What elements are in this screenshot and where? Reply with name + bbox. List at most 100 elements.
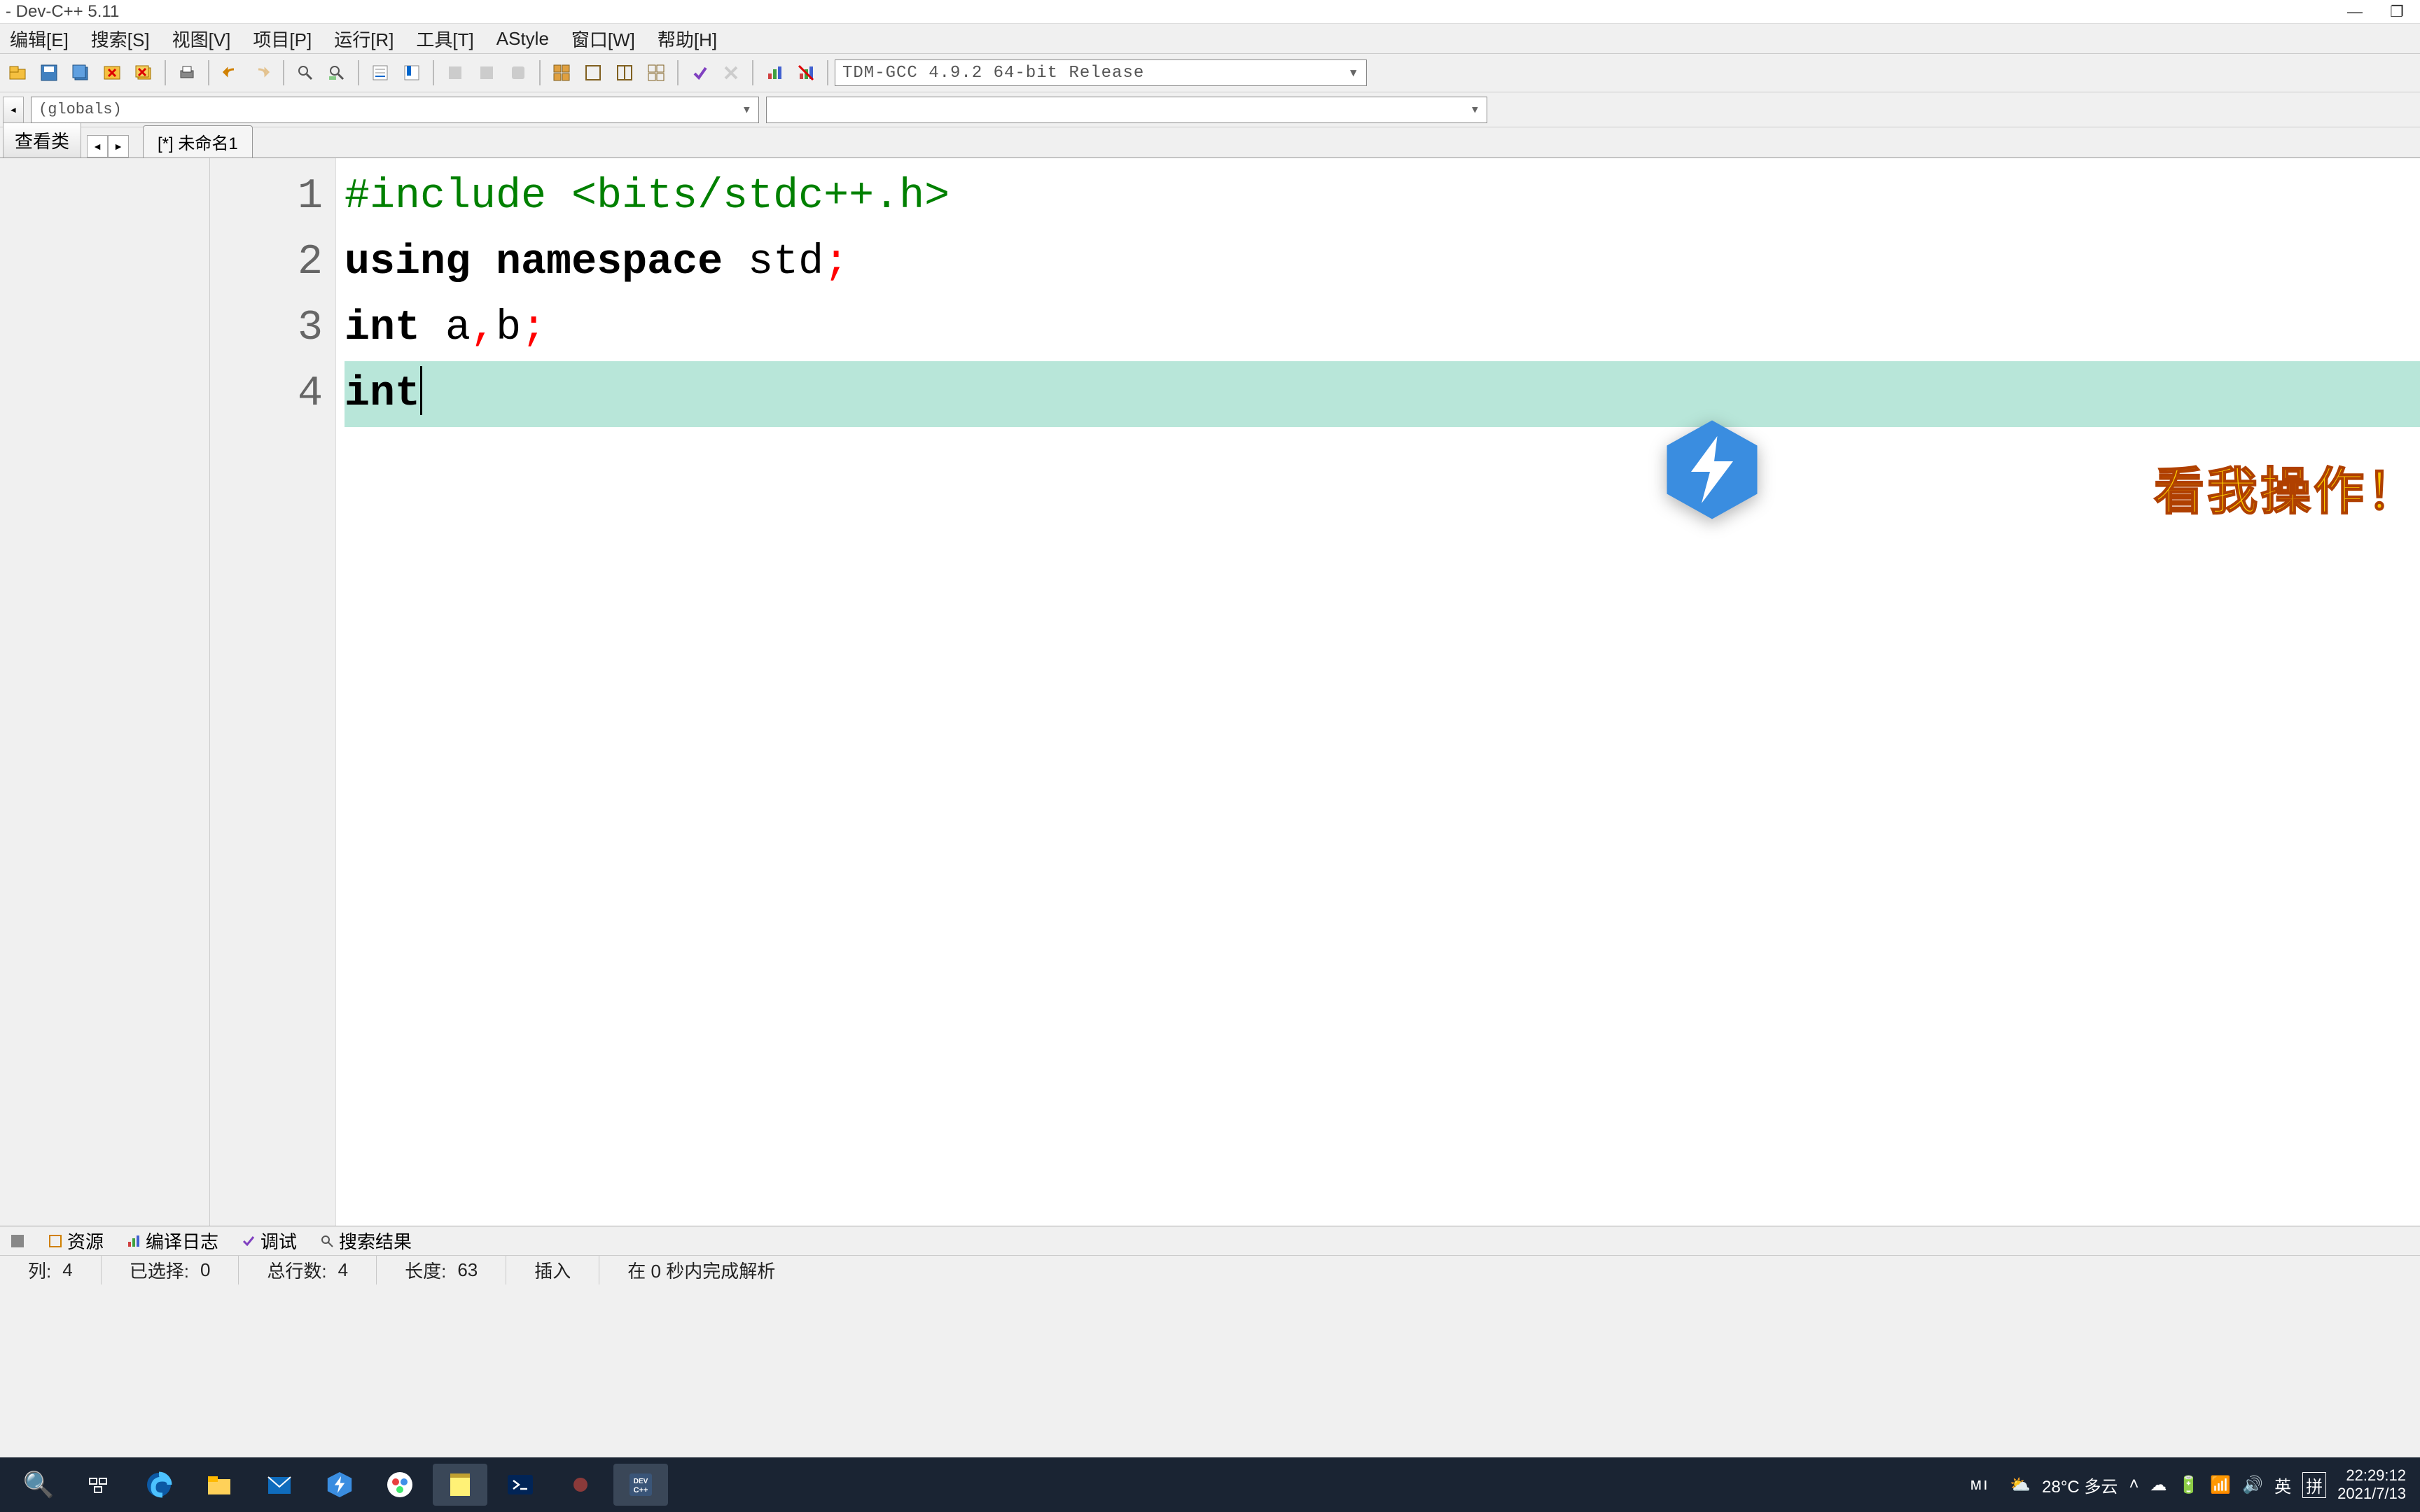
replace-icon[interactable]	[322, 58, 352, 88]
powershell-icon[interactable]	[493, 1464, 548, 1506]
notepad-icon[interactable]	[433, 1464, 487, 1506]
file-tab[interactable]: [*] 未命名1	[143, 125, 253, 158]
find-icon[interactable]	[291, 58, 320, 88]
grid4-icon[interactable]	[641, 58, 671, 88]
overlay-annotation: 看我操作！	[2154, 459, 2420, 525]
menu-project[interactable]: 项目[P]	[246, 23, 319, 55]
code-editor[interactable]: 1 2 3 4 #include <bits/stdc++.h> using n…	[210, 158, 2420, 1226]
debug-icon[interactable]	[685, 58, 714, 88]
explorer-icon[interactable]	[192, 1464, 246, 1506]
tab-prev-button[interactable]: ◄	[87, 135, 108, 158]
goto-icon[interactable]	[366, 58, 395, 88]
wifi-icon[interactable]: 📶	[2210, 1475, 2231, 1495]
class-sidebar[interactable]	[0, 158, 210, 1226]
grid2-icon[interactable]	[578, 58, 608, 88]
code-area[interactable]: #include <bits/stdc++.h> using namespace…	[336, 158, 2420, 1226]
compiler-select[interactable]: TDM-GCC 4.9.2 64-bit Release	[835, 59, 1367, 86]
bottom-tabs: 资源 编译日志 调试 搜索结果	[0, 1226, 2420, 1255]
compilelog-icon	[126, 1233, 141, 1249]
code-line: int a,b;	[345, 295, 2420, 361]
edge-icon[interactable]	[132, 1464, 186, 1506]
separator	[677, 60, 679, 85]
bookmark-icon[interactable]	[397, 58, 426, 88]
menu-tools[interactable]: 工具[T]	[409, 23, 480, 55]
thunder-app-icon[interactable]	[1660, 417, 1765, 522]
status-parse: 在 0 秒内完成解析	[599, 1256, 803, 1284]
menu-search[interactable]: 搜索[S]	[84, 23, 157, 55]
menu-run[interactable]: 运行[R]	[327, 23, 401, 55]
ime-indicator-2[interactable]: 拼	[2302, 1472, 2326, 1498]
thunder-taskbar-icon[interactable]	[312, 1464, 367, 1506]
compile-icon[interactable]	[440, 58, 470, 88]
compile-run-icon[interactable]	[503, 58, 533, 88]
svg-text:DEV: DEV	[634, 1478, 648, 1485]
line-number: 3	[210, 295, 323, 361]
profile-off-icon[interactable]	[791, 58, 821, 88]
stop-icon[interactable]	[716, 58, 746, 88]
redo-icon[interactable]	[247, 58, 277, 88]
ime-indicator[interactable]: 英	[2274, 1473, 2291, 1497]
undo-icon[interactable]	[216, 58, 245, 88]
volume-icon[interactable]: 🔊	[2242, 1475, 2263, 1495]
close-icon[interactable]	[97, 58, 127, 88]
menu-bar: 编辑[E] 搜索[S] 视图[V] 项目[P] 运行[R] 工具[T] ASty…	[0, 24, 2420, 54]
tab-next-button[interactable]: ►	[108, 135, 129, 158]
bottom-tab-debug[interactable]: 调试	[235, 1225, 302, 1256]
svg-text:C++: C++	[634, 1486, 648, 1494]
weather-icon[interactable]: ⛅	[2010, 1475, 2031, 1495]
bottom-tab-compile[interactable]	[4, 1231, 31, 1252]
minimize-button[interactable]: —	[2344, 3, 2365, 21]
baidu-netdisk-icon[interactable]	[373, 1464, 427, 1506]
status-lines: 总行数:4	[239, 1256, 377, 1284]
menu-view[interactable]: 视图[V]	[165, 23, 238, 55]
devcpp-icon[interactable]: DEVC++	[613, 1464, 668, 1506]
separator	[165, 60, 166, 85]
search-icon[interactable]: 🔍	[11, 1464, 66, 1506]
run-icon[interactable]	[472, 58, 501, 88]
close-all-icon[interactable]	[129, 58, 158, 88]
globals-select[interactable]: (globals)	[31, 97, 759, 123]
separator	[827, 60, 828, 85]
title-bar: - Dev-C++ 5.11 — ❐	[0, 0, 2420, 24]
menu-edit[interactable]: 编辑[E]	[3, 23, 76, 55]
toolbar: TDM-GCC 4.9.2 64-bit Release	[0, 54, 2420, 92]
main-area: 1 2 3 4 #include <bits/stdc++.h> using n…	[0, 158, 2420, 1226]
tray-chevron-icon[interactable]: ˄	[2129, 1475, 2139, 1494]
separator	[358, 60, 359, 85]
line-number: 4	[210, 361, 323, 427]
line-number: 2	[210, 230, 323, 295]
class-view-tab[interactable]: 查看类	[3, 122, 81, 158]
print-icon[interactable]	[172, 58, 202, 88]
menu-help[interactable]: 帮助[H]	[651, 23, 724, 55]
profile-icon[interactable]	[760, 58, 789, 88]
mail-icon[interactable]	[252, 1464, 307, 1506]
battery-icon[interactable]: 🔋	[2178, 1475, 2199, 1495]
separator	[433, 60, 434, 85]
nav-row: ◄ (globals)	[0, 92, 2420, 127]
bottom-tab-searchres[interactable]: 搜索结果	[314, 1225, 417, 1256]
save-icon[interactable]	[34, 58, 64, 88]
bottom-tab-resource[interactable]: 资源	[42, 1225, 109, 1256]
record-icon[interactable]	[553, 1464, 608, 1506]
maximize-button[interactable]: ❐	[2386, 3, 2407, 21]
menu-window[interactable]: 窗口[W]	[564, 23, 642, 55]
tab-nav: ◄ ►	[87, 135, 129, 158]
clock[interactable]: 22:29:12 2021/7/13	[2337, 1466, 2412, 1504]
menu-astyle[interactable]: AStyle	[489, 25, 556, 52]
separator	[539, 60, 541, 85]
members-select[interactable]	[766, 97, 1487, 123]
mi-icon[interactable]: ᴍı	[1952, 1464, 2007, 1506]
save-all-icon[interactable]	[66, 58, 95, 88]
open-icon[interactable]	[3, 58, 32, 88]
grid1-icon[interactable]	[547, 58, 576, 88]
status-bar: 列:4 已选择:0 总行数:4 长度:63 插入 在 0 秒内完成解析	[0, 1255, 2420, 1284]
status-mode: 插入	[506, 1256, 599, 1284]
code-line: using namespace std;	[345, 230, 2420, 295]
nav-back-button[interactable]: ◄	[3, 97, 24, 123]
task-view-icon[interactable]	[71, 1464, 126, 1506]
grid3-icon[interactable]	[610, 58, 639, 88]
cloud-sync-icon[interactable]: ☁	[2150, 1475, 2167, 1495]
bottom-tab-compilelog[interactable]: 编译日志	[120, 1225, 224, 1256]
weather-text[interactable]: 28°C 多云	[2042, 1473, 2118, 1497]
code-line-current: int	[345, 361, 2420, 427]
